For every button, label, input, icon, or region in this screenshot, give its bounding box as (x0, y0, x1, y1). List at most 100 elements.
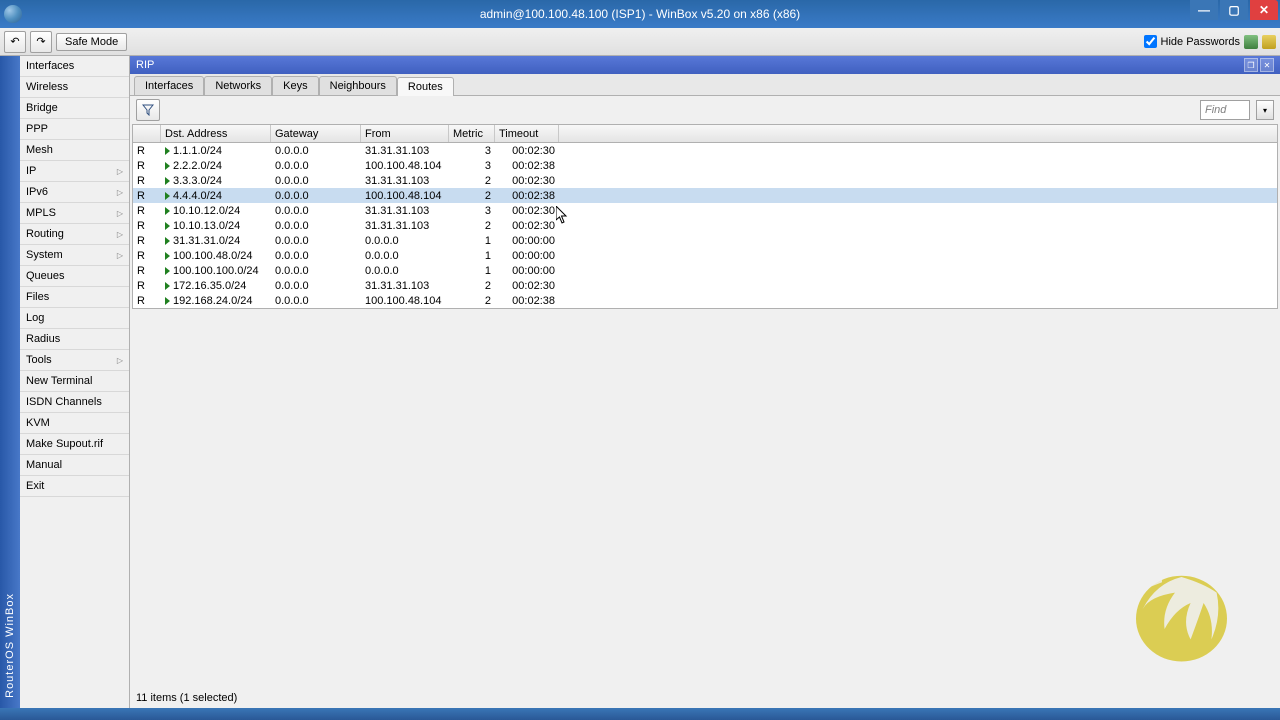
sidebar-item-label: Manual (26, 459, 62, 471)
chevron-right-icon: ▷ (117, 230, 123, 239)
cell-from: 31.31.31.103 (361, 175, 449, 187)
close-button[interactable]: ✕ (1250, 0, 1278, 20)
find-dropdown[interactable]: ▾ (1256, 100, 1274, 120)
sidebar-item-ip[interactable]: IP ▷ (20, 161, 129, 182)
sidebar-item-mpls[interactable]: MPLS▷ (20, 203, 129, 224)
sidebar-rail: RouterOS WinBox (0, 56, 20, 708)
table-row[interactable]: R10.10.12.0/240.0.0.031.31.31.103300:02:… (133, 203, 1277, 218)
sidebar-item-label: Routing (26, 228, 64, 240)
table-row[interactable]: R4.4.4.0/240.0.0.0100.100.48.104200:02:3… (133, 188, 1277, 203)
sidebar-item-system[interactable]: System▷ (20, 245, 129, 266)
cell-flag: R (133, 250, 161, 262)
cell-metric: 3 (449, 145, 495, 157)
cell-gateway: 0.0.0.0 (271, 220, 361, 232)
cell-gateway: 0.0.0.0 (271, 160, 361, 172)
sidebar-item-label: MPLS (26, 207, 56, 219)
col-from[interactable]: From (361, 125, 449, 142)
sidebar-item-new-terminal[interactable]: New Terminal (20, 371, 129, 392)
bottom-bar (0, 708, 1280, 720)
cell-gateway: 0.0.0.0 (271, 280, 361, 292)
table-row[interactable]: R31.31.31.0/240.0.0.00.0.0.0100:00:00 (133, 233, 1277, 248)
table-row[interactable]: R3.3.3.0/240.0.0.031.31.31.103200:02:30 (133, 173, 1277, 188)
col-timeout[interactable]: Timeout (495, 125, 559, 142)
redo-button[interactable]: ↷ (30, 31, 52, 53)
tab-neighbours[interactable]: Neighbours (319, 76, 397, 95)
col-dst-address[interactable]: Dst. Address (161, 125, 271, 142)
sidebar-item-label: New Terminal (26, 375, 92, 387)
panel-restore-button[interactable]: ❐ (1244, 58, 1258, 72)
hide-passwords-toggle[interactable]: Hide Passwords (1144, 35, 1240, 48)
sidebar-item-manual[interactable]: Manual (20, 455, 129, 476)
grid-header: Dst. Address Gateway From Metric Timeout (133, 125, 1277, 143)
table-row[interactable]: R10.10.13.0/240.0.0.031.31.31.103200:02:… (133, 218, 1277, 233)
app-icon (4, 5, 22, 23)
sidebar-item-routing[interactable]: Routing ▷ (20, 224, 129, 245)
col-flag[interactable] (133, 125, 161, 142)
cell-timeout: 00:02:30 (495, 175, 559, 187)
cell-metric: 3 (449, 160, 495, 172)
cell-dst: 31.31.31.0/24 (161, 235, 271, 247)
status-text: 11 items (1 selected) (136, 690, 237, 706)
sidebar-item-mesh[interactable]: Mesh (20, 140, 129, 161)
tab-keys[interactable]: Keys (272, 76, 318, 95)
cell-timeout: 00:02:38 (495, 160, 559, 172)
undo-button[interactable]: ↶ (4, 31, 26, 53)
sidebar-item-label: PPP (26, 123, 48, 135)
table-row[interactable]: R192.168.24.0/240.0.0.0100.100.48.104200… (133, 293, 1277, 308)
cell-metric: 1 (449, 265, 495, 277)
cell-gateway: 0.0.0.0 (271, 175, 361, 187)
sidebar-item-isdn-channels[interactable]: ISDN Channels (20, 392, 129, 413)
col-metric[interactable]: Metric (449, 125, 495, 142)
tab-networks[interactable]: Networks (204, 76, 272, 95)
cell-timeout: 00:02:30 (495, 220, 559, 232)
table-row[interactable]: R100.100.48.0/240.0.0.00.0.0.0100:00:00 (133, 248, 1277, 263)
safe-mode-button[interactable]: Safe Mode (56, 33, 127, 51)
cell-gateway: 0.0.0.0 (271, 205, 361, 217)
cell-dst: 10.10.12.0/24 (161, 205, 271, 217)
tab-routes[interactable]: Routes (397, 77, 454, 96)
panel-title: RIP (136, 59, 154, 71)
table-row[interactable]: R100.100.100.0/240.0.0.00.0.0.0100:00:00 (133, 263, 1277, 278)
sidebar-item-ipv6[interactable]: IPv6▷ (20, 182, 129, 203)
sidebar-item-bridge[interactable]: Bridge (20, 98, 129, 119)
cell-from: 0.0.0.0 (361, 235, 449, 247)
sidebar-item-kvm[interactable]: KVM (20, 413, 129, 434)
col-gateway[interactable]: Gateway (271, 125, 361, 142)
sidebar-item-queues[interactable]: Queues (20, 266, 129, 287)
sidebar-item-files[interactable]: Files (20, 287, 129, 308)
sidebar-item-label: Mesh (26, 144, 53, 156)
cell-from: 0.0.0.0 (361, 265, 449, 277)
minimize-button[interactable]: — (1190, 0, 1218, 20)
sidebar-rail-label: RouterOS WinBox (4, 593, 16, 698)
grid-body: R1.1.1.0/240.0.0.031.31.31.103300:02:30R… (133, 143, 1277, 308)
cell-gateway: 0.0.0.0 (271, 190, 361, 202)
sidebar-item-exit[interactable]: Exit (20, 476, 129, 497)
sidebar-item-make-supout.rif[interactable]: Make Supout.rif (20, 434, 129, 455)
sidebar-item-label: IPv6 (26, 186, 48, 198)
routes-grid: Dst. Address Gateway From Metric Timeout… (132, 124, 1278, 309)
tab-interfaces[interactable]: Interfaces (134, 76, 204, 95)
chevron-right-icon: ▷ (117, 167, 123, 176)
table-row[interactable]: R1.1.1.0/240.0.0.031.31.31.103300:02:30 (133, 143, 1277, 158)
hide-passwords-checkbox[interactable] (1144, 35, 1157, 48)
find-input[interactable]: Find (1200, 100, 1250, 120)
panel-close-button[interactable]: ✕ (1260, 58, 1274, 72)
sidebar-item-wireless[interactable]: Wireless (20, 77, 129, 98)
cell-dst: 192.168.24.0/24 (161, 295, 271, 307)
cell-metric: 1 (449, 235, 495, 247)
sidebar-item-label: IP (26, 165, 36, 177)
sidebar-item-tools[interactable]: Tools▷ (20, 350, 129, 371)
table-row[interactable]: R172.16.35.0/240.0.0.031.31.31.103200:02… (133, 278, 1277, 293)
cell-dst: 2.2.2.0/24 (161, 160, 271, 172)
sidebar-item-interfaces[interactable]: Interfaces (20, 56, 129, 77)
maximize-button[interactable]: ▢ (1220, 0, 1248, 20)
cell-metric: 2 (449, 190, 495, 202)
cell-timeout: 00:00:00 (495, 265, 559, 277)
sidebar-item-radius[interactable]: Radius (20, 329, 129, 350)
sidebar: InterfacesWirelessBridgePPPMeshIP▷IPv6▷M… (20, 56, 130, 708)
sidebar-item-ppp[interactable]: PPP (20, 119, 129, 140)
filter-button[interactable] (136, 99, 160, 121)
sidebar-item-log[interactable]: Log (20, 308, 129, 329)
cell-gateway: 0.0.0.0 (271, 295, 361, 307)
table-row[interactable]: R2.2.2.0/240.0.0.0100.100.48.104300:02:3… (133, 158, 1277, 173)
